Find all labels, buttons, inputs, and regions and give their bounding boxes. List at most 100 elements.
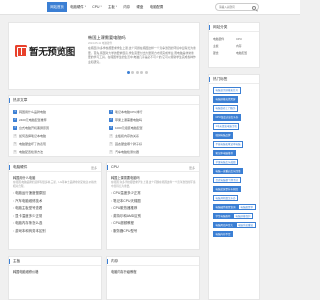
list-item[interactable]: 电脑主板型号查看 xyxy=(13,205,99,213)
list-item[interactable]: 6 汽车电脑检测仪器 xyxy=(109,148,195,156)
tag-link[interactable]: 电脑屏幕突然黑屏 xyxy=(213,95,239,103)
card-lead-title[interactable]: 韩国用什么电脑 xyxy=(13,175,35,180)
tag-link[interactable]: 台式电脑哪个牌子好 xyxy=(213,176,241,184)
list-item[interactable]: 电脑运行速度慢原因 xyxy=(13,190,99,198)
list-item-title[interactable]: 电脑主板型号查看 xyxy=(13,206,42,210)
list-item[interactable]: 3 台式电脑开机黑屏原因 xyxy=(13,124,99,132)
category-link[interactable]: 硬盘 xyxy=(213,51,236,55)
card-lead-title[interactable]: 韩国电脑维修价格 xyxy=(13,269,39,274)
list-item[interactable]: 5 电脑硬盘坏了的表现 xyxy=(13,140,99,148)
list-item-title[interactable]: CPU散热器推荐 xyxy=(111,206,137,210)
list-item[interactable]: 6 电脑配置检测方法 xyxy=(13,148,99,156)
more-link[interactable]: 更多 xyxy=(189,166,195,170)
list-item-title[interactable]: 2400元电脑配置推荐 xyxy=(19,118,47,122)
nav-item[interactable]: CPU ▾ xyxy=(89,2,105,12)
list-item-title[interactable]: 英特尔和AMD区别 xyxy=(111,214,141,218)
list-item-title[interactable]: 主板和内存的关系 xyxy=(115,134,139,138)
tag-link[interactable]: 学生电脑推荐 xyxy=(213,212,234,220)
cover-image[interactable]: 暂无预览图 xyxy=(12,37,78,64)
tag-link[interactable]: 电脑维修上门服务 xyxy=(213,104,239,112)
panel-header: 网站分类 xyxy=(209,23,259,32)
list-item-title[interactable]: 台式电脑开机黑屏原因 xyxy=(19,126,49,130)
list-item[interactable]: 电脑内存条怎么选 xyxy=(13,220,99,228)
list-item[interactable]: 显卡温度多少正常 xyxy=(13,213,99,221)
list-item[interactable]: 英特尔和AMD区别 xyxy=(111,213,197,221)
category-link[interactable]: 电脑配置 xyxy=(236,51,259,55)
slider-dot[interactable] xyxy=(127,71,130,74)
category-link[interactable]: 电脑硬件 xyxy=(213,37,236,41)
list-item-title[interactable]: 电脑内存条怎么选 xyxy=(13,221,42,225)
list-item-title[interactable]: 笔记本电脑CPU排行 xyxy=(115,110,142,114)
tag-link[interactable]: 电脑蓝屏是什么原因 xyxy=(213,185,241,193)
tag-link[interactable]: CPU温度过高怎么办 xyxy=(213,113,241,121)
list-item[interactable]: 1 韩国用什么品牌电脑 xyxy=(13,108,99,116)
list-item[interactable]: 5 固态硬盘哪个牌子好 xyxy=(109,140,195,148)
list-item-title[interactable]: 电脑配置检测方法 xyxy=(19,150,43,154)
category-link[interactable]: 主板 xyxy=(213,44,236,48)
nav-item[interactable]: 主板 ▾ xyxy=(105,2,120,12)
list-item-title[interactable]: 汽车电脑检测仪器 xyxy=(115,150,139,154)
category-link[interactable]: 内存 xyxy=(236,44,259,48)
list-item[interactable]: 1 笔记本电脑CPU排行 xyxy=(109,108,195,116)
list-item-title[interactable]: 汽车电脑维修技术 xyxy=(13,199,42,203)
list-item-title[interactable]: 1000元组装电脑配置 xyxy=(115,126,143,130)
tag-link[interactable]: 电脑系统重装 xyxy=(235,221,256,229)
list-item[interactable]: 服务器CPU型号 xyxy=(111,228,197,236)
card-lead-title[interactable]: 电脑内存升级教程 xyxy=(111,269,137,274)
list-item[interactable]: 游戏本和商务本区别 xyxy=(13,228,99,236)
tag-link[interactable]: 电脑配置单 xyxy=(238,203,256,211)
slider-dot[interactable] xyxy=(144,71,148,74)
list-item-title[interactable]: 固态硬盘哪个牌子好 xyxy=(115,142,142,146)
list-item[interactable]: 4 主板和内存的关系 xyxy=(109,132,195,140)
search-box[interactable] xyxy=(215,3,259,11)
tag-link[interactable]: 1千元组装电脑主机 xyxy=(213,122,240,130)
tag-link[interactable]: 苹果电脑怎么截图 xyxy=(213,158,239,166)
list-item[interactable]: CPU超频教程 xyxy=(111,220,197,228)
list-item[interactable]: 4 如何选择笔记本电脑 xyxy=(13,132,99,140)
tag-link[interactable]: 韩国电脑品牌 xyxy=(213,131,234,139)
tag-link[interactable]: 笔记本电脑推荐 xyxy=(213,149,236,157)
tag-link[interactable]: 电脑硬件配置查询 xyxy=(213,203,239,211)
slider-dot[interactable] xyxy=(135,71,139,74)
tag-link[interactable]: 电脑显示屏幕无信号 xyxy=(213,87,241,94)
tag-link[interactable]: 电脑屏幕保护 xyxy=(233,212,254,220)
list-item-title[interactable]: 显卡温度多少正常 xyxy=(13,214,42,218)
tag-link[interactable]: 平板电脑和笔记本电脑 xyxy=(213,140,244,148)
list-item-title[interactable]: 电脑硬盘坏了的表现 xyxy=(19,142,46,146)
list-item-title[interactable]: CPU温度多少正常 xyxy=(111,191,141,195)
slider-dot[interactable] xyxy=(140,71,144,74)
nav-item[interactable]: 内存 xyxy=(120,2,133,12)
tag-link[interactable]: 电脑内存不足 xyxy=(213,230,234,238)
nav-item[interactable]: 硬盘 xyxy=(133,2,146,12)
card-lead-title[interactable]: 韩国上课需要电脑吗 xyxy=(111,175,140,180)
slider-dot[interactable] xyxy=(131,71,135,74)
category-grid: 电脑硬件 CPU 主板 内存 硬盘 电脑配置 xyxy=(213,35,259,56)
list-item[interactable]: 2 2400元电脑配置推荐 xyxy=(13,116,99,124)
list-item[interactable]: 汽车电脑维修技术 xyxy=(13,198,99,206)
more-link[interactable]: 更多 xyxy=(91,166,97,170)
list-item[interactable]: CPU温度多少正常 xyxy=(111,190,197,198)
list-item-title[interactable]: 韩国用什么品牌电脑 xyxy=(19,110,46,114)
list-item[interactable]: 3 1000元组装电脑配置 xyxy=(109,124,195,132)
accent-bar xyxy=(9,98,10,103)
nav-item[interactable]: 网站首页 xyxy=(47,2,67,12)
category-link[interactable]: CPU xyxy=(236,37,259,41)
list-item-title[interactable]: 游戏本和商务本区别 xyxy=(13,229,46,233)
list-item-title[interactable]: CPU超频教程 xyxy=(111,221,134,225)
nav-item[interactable]: 电脑配置 xyxy=(147,2,167,12)
list-item[interactable]: 2 苹果上课需要电脑吗 xyxy=(109,116,195,124)
list-item-title[interactable]: 服务器CPU型号 xyxy=(111,229,137,233)
list-item[interactable]: CPU散热器推荐 xyxy=(111,205,197,213)
panel-title: 内存 xyxy=(111,259,119,264)
nav-item[interactable]: 电脑硬件 ▾ xyxy=(67,2,89,12)
list-item-title[interactable]: 苹果上课需要电脑吗 xyxy=(115,118,142,122)
list-item-title[interactable]: 如何选择笔记本电脑 xyxy=(19,134,46,138)
list-item[interactable]: 笔记本CPU天梯图 xyxy=(111,198,197,206)
list-item-title[interactable]: 电脑运行速度慢原因 xyxy=(13,191,46,195)
search-icon[interactable] xyxy=(252,5,256,10)
tag-link[interactable]: 电脑开机慢怎么办 xyxy=(213,194,239,202)
search-input[interactable] xyxy=(219,4,253,11)
list-item-title[interactable]: 笔记本CPU天梯图 xyxy=(111,199,141,203)
tag-link[interactable]: 电脑一直重启怎么回事 xyxy=(213,167,244,175)
tag-link[interactable]: 电脑风扇声音大 xyxy=(213,221,236,229)
